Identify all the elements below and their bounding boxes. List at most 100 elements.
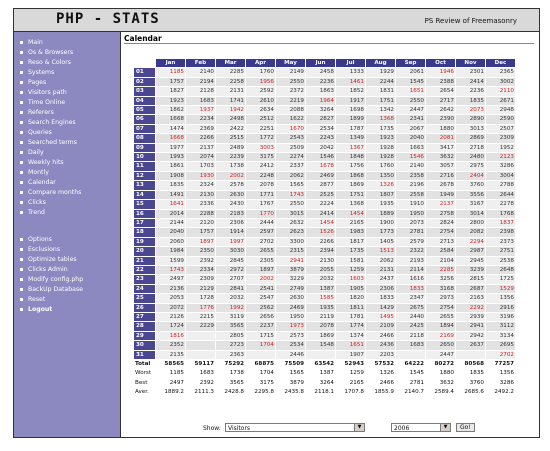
- table-cell: 3004: [485, 170, 516, 182]
- sidebar-item-referers[interactable]: Referers: [20, 109, 54, 116]
- sidebar-item-trend[interactable]: Trend: [20, 209, 45, 216]
- table-cell: 2309: [485, 133, 516, 144]
- table-cell: 2266: [305, 236, 336, 248]
- table-cell: 2040: [155, 227, 186, 238]
- table-cell: 1897: [185, 236, 216, 248]
- table-cell: 1603: [335, 274, 366, 285]
- table-cell: 1817: [335, 236, 366, 248]
- sidebar-item-clicks-admin[interactable]: Clicks Admin: [20, 266, 68, 273]
- table-cell: 2678: [425, 180, 456, 191]
- sidebar-item-reso-colors[interactable]: Reso & Colors: [20, 59, 71, 66]
- table-cell: 2654: [425, 86, 456, 97]
- sidebar-item-pages[interactable]: Pages: [20, 79, 46, 86]
- chevron-down-icon[interactable]: ▼: [440, 424, 450, 431]
- table-cell: 1816: [155, 330, 186, 342]
- sidebar-item-systems[interactable]: Systems: [20, 69, 54, 76]
- sidebar-item-weekly-hits[interactable]: Weekly hits: [20, 159, 64, 166]
- summary-cell: 2111.3: [185, 387, 216, 398]
- sidebar-item-queries[interactable]: Queries: [20, 129, 52, 136]
- summary-cell: 3175: [245, 377, 276, 389]
- table-cell: 1349: [335, 133, 366, 144]
- table-cell: 1950: [395, 208, 426, 219]
- summary-cell: 1356: [485, 368, 516, 379]
- chevron-down-icon[interactable]: ▼: [354, 424, 364, 431]
- table-cell: 2973: [425, 293, 456, 304]
- table-row: 29 1816 2805 1715 2573 1869 1374 2466 2118 2169 29…: [133, 330, 516, 342]
- table-cell: 1899: [335, 114, 366, 125]
- year-select[interactable]: 2006 ▼: [391, 423, 451, 432]
- table-cell: 1820: [335, 293, 366, 304]
- table-cell: 1917: [335, 95, 366, 107]
- sidebar-item-searched-terms[interactable]: Searched terms: [20, 139, 77, 146]
- table-cell: 2573: [275, 330, 306, 342]
- sidebar-item-time-online[interactable]: Time Online: [20, 99, 65, 106]
- table-cell: 1914: [215, 227, 246, 238]
- table-cell: 2716: [425, 170, 456, 182]
- table-cell: 2446: [275, 349, 306, 361]
- table-cell: 2128: [185, 86, 216, 97]
- table-cell: 1776: [185, 302, 216, 313]
- day-label: 20: [133, 246, 156, 257]
- summary-cell: 1704: [245, 368, 276, 379]
- table-cell: 2088: [275, 105, 306, 116]
- table-cell: 1905: [335, 283, 366, 295]
- table-cell: 2702: [245, 236, 276, 248]
- summary-cell: 3286: [485, 377, 516, 389]
- sidebar-item-backup-database[interactable]: BackUp Database: [20, 286, 83, 293]
- summary-cell: 1387: [305, 368, 336, 379]
- sidebar-item-compare-months[interactable]: Compare months: [20, 189, 81, 196]
- table-cell: 1668: [155, 133, 186, 144]
- table-cell: 2425: [395, 321, 426, 332]
- table-cell: 2239: [215, 152, 246, 163]
- sidebar-item-main[interactable]: Main: [20, 39, 43, 46]
- sidebar-item-label: Time Online: [28, 99, 66, 106]
- sidebar-item-label: Optimize tables: [28, 256, 77, 263]
- table-cell: 1930: [185, 170, 216, 182]
- table-cell: 2243: [305, 133, 336, 144]
- summary-cell: 68875: [245, 358, 276, 370]
- corner-cell: [133, 57, 156, 69]
- sidebar-item-options[interactable]: Options: [20, 236, 52, 243]
- sidebar-item-esclusions[interactable]: Esclusions: [20, 246, 60, 253]
- sidebar-item-logout[interactable]: Logout: [20, 306, 52, 313]
- table-cell: 1429: [365, 302, 396, 313]
- sidebar-item-os-browsers[interactable]: Os & Browsers: [20, 49, 73, 56]
- table-cell: 2509: [275, 142, 306, 154]
- table-cell: 2324: [185, 180, 216, 191]
- sidebar-item-montly[interactable]: Montly: [20, 169, 49, 176]
- table-cell: 2749: [275, 283, 306, 295]
- summary-cell: 57532: [365, 358, 396, 370]
- summary-cell: 2685.6: [455, 387, 486, 398]
- table-row: 11 1861 1703 1738 2412 2337 1678 1756 1760 2140 30…: [133, 161, 516, 172]
- table-cell: 2534: [275, 340, 306, 351]
- go-button[interactable]: Go!: [456, 423, 475, 432]
- sidebar-item-search-engines[interactable]: Search Engines: [20, 119, 76, 126]
- bullet-icon: [20, 297, 23, 301]
- table-row: 10 1993 2074 2239 3175 2274 1546 1848 1928 1546 36…: [133, 152, 516, 163]
- table-cell: 2288: [185, 208, 216, 219]
- table-cell: 2118: [395, 330, 426, 342]
- table-cell: 1770: [245, 208, 276, 219]
- table-cell: 2702: [485, 349, 516, 361]
- table-cell: 1833: [395, 283, 426, 295]
- sidebar-item-calendar[interactable]: Calendar: [20, 179, 56, 186]
- sidebar-item-visitors-path[interactable]: Visitors path: [20, 89, 67, 96]
- sidebar-item-daily[interactable]: Daily: [20, 149, 44, 156]
- sidebar-item-label: Reset: [28, 296, 46, 303]
- sidebar-item-modify-config-php[interactable]: Modify config.php: [20, 276, 83, 283]
- sidebar-item-clicks[interactable]: Clicks: [20, 199, 46, 206]
- sidebar-item-optimize-tables[interactable]: Optimize tables: [20, 256, 77, 263]
- table-row: 31 2135 2363 2446 1907 2203 2447 2702: [133, 349, 516, 361]
- table-cell: 2073: [455, 105, 486, 116]
- table-row: 28 1724 2229 3565 2237 1973 2078 1774 2109 2425 18…: [133, 321, 516, 332]
- table-cell: 2341: [395, 114, 426, 125]
- summary-label: Total: [133, 358, 156, 370]
- day-label: 21: [133, 255, 156, 266]
- sidebar-item-reset[interactable]: Reset: [20, 296, 45, 303]
- table-cell: 3556: [455, 189, 486, 201]
- day-label: 25: [133, 293, 156, 304]
- type-select[interactable]: Visitors ▼: [225, 423, 365, 432]
- table-cell: 2131: [365, 264, 396, 276]
- table-cell: 1545: [395, 76, 426, 88]
- bullet-icon: [20, 200, 23, 204]
